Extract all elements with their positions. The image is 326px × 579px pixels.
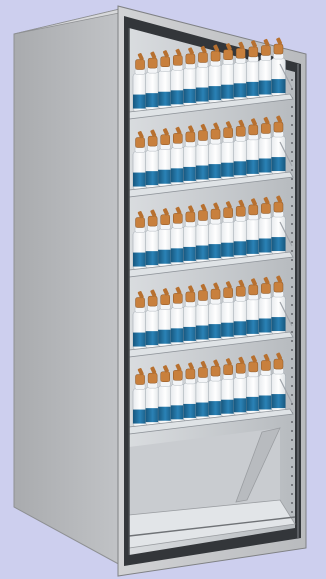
cabinet-svg [13,5,307,577]
cabinet-illustration [0,0,326,579]
shelves [128,37,294,435]
cabinet-side-panel [13,7,125,568]
